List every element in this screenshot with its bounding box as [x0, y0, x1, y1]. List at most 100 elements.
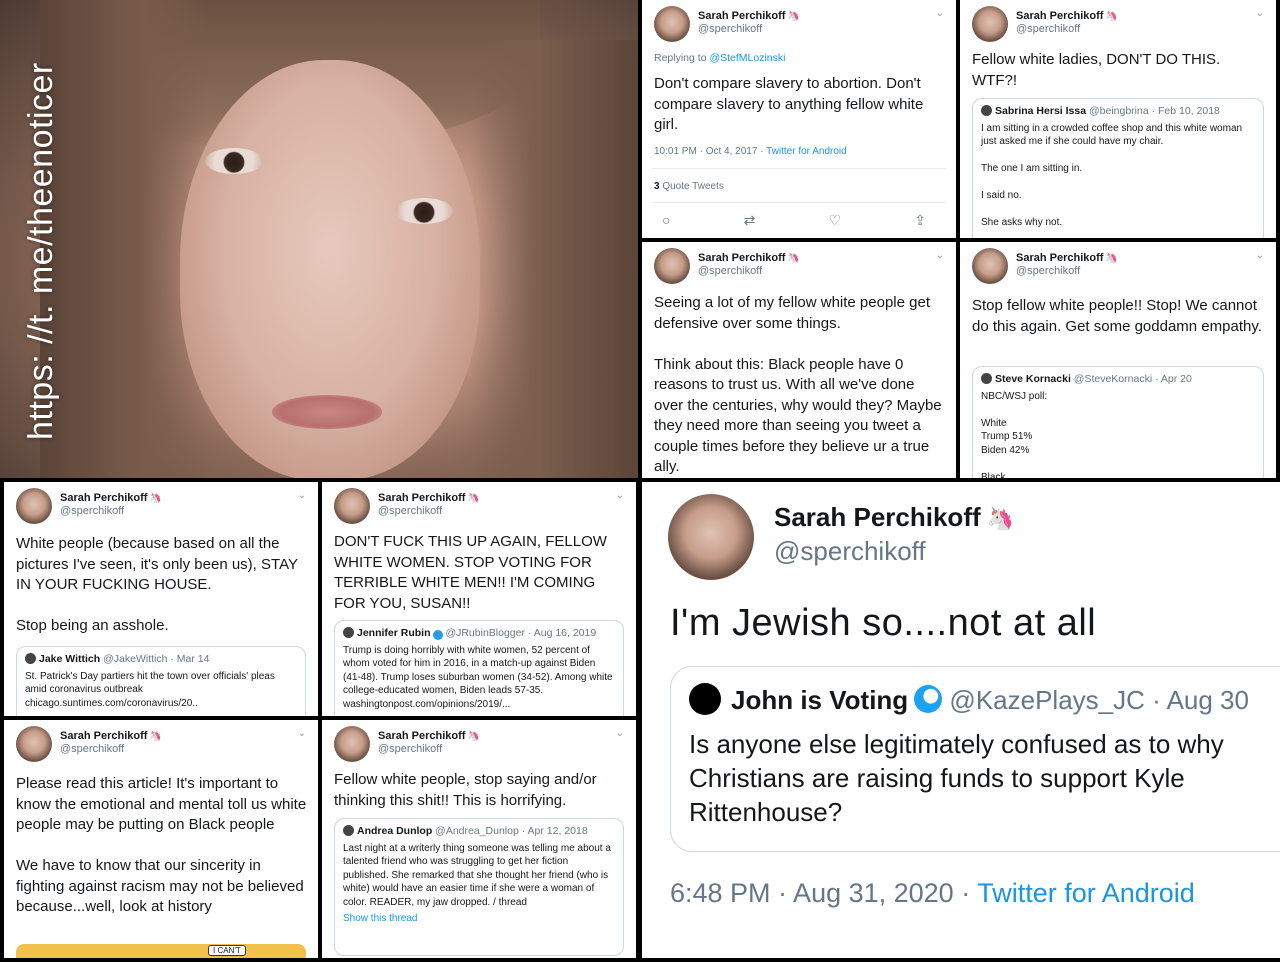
chevron-down-icon[interactable]: ⌄	[1256, 250, 1264, 261]
quoted-meta: @JRubinBlogger · Aug 16, 2019	[445, 627, 597, 639]
author-handle[interactable]: @sperchikoff	[60, 505, 162, 517]
chevron-down-icon[interactable]: ⌄	[298, 490, 306, 501]
chevron-down-icon[interactable]: ⌄	[936, 8, 944, 19]
avatar[interactable]	[668, 494, 754, 580]
tweet-header: Sarah Perchikoff 🦄 @sperchikoff	[654, 6, 800, 42]
author-handle[interactable]: @sperchikoff	[378, 505, 480, 517]
share-icon[interactable]: ⇪	[914, 212, 926, 229]
author-name[interactable]: Sarah Perchikoff	[774, 502, 981, 532]
verified-badge-icon: ✓	[432, 630, 443, 640]
quoted-text: I am sitting in a crowded coffee shop an…	[981, 122, 1243, 229]
tweet-card[interactable]: Sarah Perchikoff 🦄 @sperchikoff ⌄ Replyin…	[642, 0, 956, 238]
tweet-card[interactable]: Sarah Perchikoff 🦄 @sperchikoff ⌄ Seeing …	[642, 242, 956, 478]
tweet-card[interactable]: Sarah Perchikoff 🦄 @sperchikoff ⌄ Please …	[4, 720, 318, 958]
timestamp-text: 10:01 PM · Oct 4, 2017 ·	[654, 146, 764, 157]
avatar[interactable]	[654, 6, 690, 42]
tweet-header: Sarah Perchikoff 🦄 @sperchikoff	[654, 248, 800, 284]
like-icon[interactable]: ♡	[829, 212, 842, 229]
show-thread-link[interactable]: Show this thread	[343, 912, 615, 926]
unicorn-emoji: 🦄	[467, 731, 480, 742]
tweet-card[interactable]: Sarah Perchikoff 🦄 @sperchikoff ⌄ Fellow …	[322, 720, 636, 958]
quoted-author-name: Sabrina Hersi Issa	[995, 105, 1087, 117]
tweet-card[interactable]: Sarah Perchikoff 🦄 @sperchikoff ⌄ DON'T F…	[322, 482, 636, 716]
avatar[interactable]	[972, 6, 1008, 42]
retweet-icon[interactable]: ⇄	[744, 212, 756, 229]
quoted-tweet[interactable]: Jake Wittich @JakeWittich · Mar 14 St. P…	[16, 646, 306, 716]
unicorn-emoji: 🦄	[467, 493, 480, 504]
avatar[interactable]	[334, 726, 370, 762]
reply-to-link[interactable]: @StefMLozinski	[709, 52, 785, 64]
divider	[652, 202, 946, 203]
quoted-tweet[interactable]: Steve Kornacki @SteveKornacki · Apr 20 N…	[972, 366, 1264, 478]
tweet-text: Seeing a lot of my fellow white people g…	[654, 294, 942, 475]
quoted-tweet[interactable]: Andrea Dunlop @Andrea_Dunlop · Apr 12, 2…	[334, 818, 624, 956]
author-name[interactable]: Sarah Perchikoff	[698, 10, 785, 22]
avatar[interactable]	[654, 248, 690, 284]
eye-shape	[395, 198, 453, 224]
tweet-text: DON'T FUCK THIS UP AGAIN, FELLOW WHITE W…	[334, 533, 607, 612]
avatar[interactable]	[972, 248, 1008, 284]
tweet-card[interactable]: Sarah Perchikoff 🦄 @sperchikoff ⌄ Stop fe…	[960, 242, 1276, 478]
tweet-text: Fellow white ladies, DON'T DO THIS. WTF?…	[972, 51, 1221, 89]
article-image[interactable]: I CAN'T	[16, 944, 306, 958]
author-name[interactable]: Sarah Perchikoff	[1016, 252, 1103, 264]
unicorn-emoji: 🦄	[787, 253, 800, 264]
divider	[652, 168, 946, 169]
author-handle[interactable]: @sperchikoff	[1016, 23, 1118, 35]
quoted-tweet[interactable]: Sabrina Hersi Issa @beingbrina · Feb 10,…	[972, 98, 1264, 238]
tweet-header: Sarah Perchikoff 🦄 @sperchikoff	[972, 6, 1118, 42]
quoted-avatar	[343, 627, 354, 638]
unicorn-emoji: 🦄	[149, 731, 162, 742]
author-name[interactable]: Sarah Perchikoff	[698, 252, 785, 264]
tweet-card[interactable]: Sarah Perchikoff 🦄 @sperchikoff ⌄ Fellow …	[960, 0, 1276, 238]
source-link[interactable]: Twitter for Android	[977, 878, 1195, 908]
avatar[interactable]	[16, 726, 52, 762]
reply-icon[interactable]: ○	[662, 212, 670, 229]
quoted-avatar	[343, 825, 354, 836]
author-handle[interactable]: @sperchikoff	[698, 23, 800, 35]
author-name[interactable]: Sarah Perchikoff	[378, 492, 465, 504]
timestamp-text: 6:48 PM · Aug 31, 2020 ·	[670, 878, 971, 908]
avatar[interactable]	[16, 488, 52, 524]
author-handle[interactable]: @sperchikoff	[774, 536, 926, 567]
quoted-meta: @beingbrina · Feb 10, 2018	[1088, 105, 1220, 117]
tweet-card[interactable]: Sarah Perchikoff 🦄 @sperchikoff ⌄ White p…	[4, 482, 318, 716]
source-link[interactable]: Twitter for Android	[766, 146, 847, 157]
reply-context: Replying to @StefMLozinski	[654, 52, 785, 64]
quoted-meta: @JakeWittich · Mar 14	[103, 653, 210, 665]
quoted-text: Is anyone else legitimately confused as …	[689, 729, 1224, 827]
image-caption: I CAN'T	[208, 945, 246, 956]
watermark-text: https: //t. me/theenoticer	[22, 62, 60, 440]
chevron-down-icon[interactable]: ⌄	[616, 728, 624, 739]
tweet-timestamp: 10:01 PM · Oct 4, 2017 · Twitter for And…	[654, 146, 847, 157]
avatar[interactable]	[334, 488, 370, 524]
chevron-down-icon[interactable]: ⌄	[936, 250, 944, 261]
chevron-down-icon[interactable]: ⌄	[1256, 8, 1264, 19]
mouth-shape	[272, 395, 382, 429]
author-handle[interactable]: @sperchikoff	[378, 743, 480, 755]
author-name[interactable]: Sarah Perchikoff	[1016, 10, 1103, 22]
quoted-meta: @Andrea_Dunlop · Apr 12, 2018	[435, 825, 588, 837]
wave-emoji-icon	[914, 685, 943, 713]
quoted-meta: @KazePlays_JC · Aug 30	[949, 685, 1249, 715]
author-handle[interactable]: @sperchikoff	[698, 265, 800, 277]
tweet-text: Don't compare slavery to abortion. Don't…	[654, 75, 924, 133]
author-handle[interactable]: @sperchikoff	[1016, 265, 1118, 277]
tweet-card-large[interactable]: Sarah Perchikoff 🦄 @sperchikoff I'm Jewis…	[642, 482, 1280, 958]
quote-tweets-count[interactable]: 3 Quote Tweets	[654, 181, 724, 192]
chevron-down-icon[interactable]: ⌄	[616, 490, 624, 501]
author-name[interactable]: Sarah Perchikoff	[378, 730, 465, 742]
unicorn-emoji: 🦄	[787, 11, 800, 22]
quoted-tweet[interactable]: John is Voting @KazePlays_JC · Aug 30 Is…	[670, 666, 1280, 852]
quoted-tweet[interactable]: Jennifer Rubin ✓ @JRubinBlogger · Aug 16,…	[334, 620, 624, 716]
author-handle[interactable]: @sperchikoff	[60, 743, 162, 755]
quote-count-value: 3	[654, 181, 660, 192]
quoted-avatar	[25, 653, 36, 664]
quoted-text: St. Patrick's Day partiers hit the town …	[25, 670, 275, 709]
author-name[interactable]: Sarah Perchikoff	[60, 730, 147, 742]
quoted-meta: @SteveKornacki · Apr 20	[1073, 373, 1192, 385]
portrait-photo: https: //t. me/theenoticer	[0, 0, 638, 478]
tweet-text: White people (because based on all the p…	[16, 535, 298, 634]
chevron-down-icon[interactable]: ⌄	[298, 728, 306, 739]
author-name[interactable]: Sarah Perchikoff	[60, 492, 147, 504]
